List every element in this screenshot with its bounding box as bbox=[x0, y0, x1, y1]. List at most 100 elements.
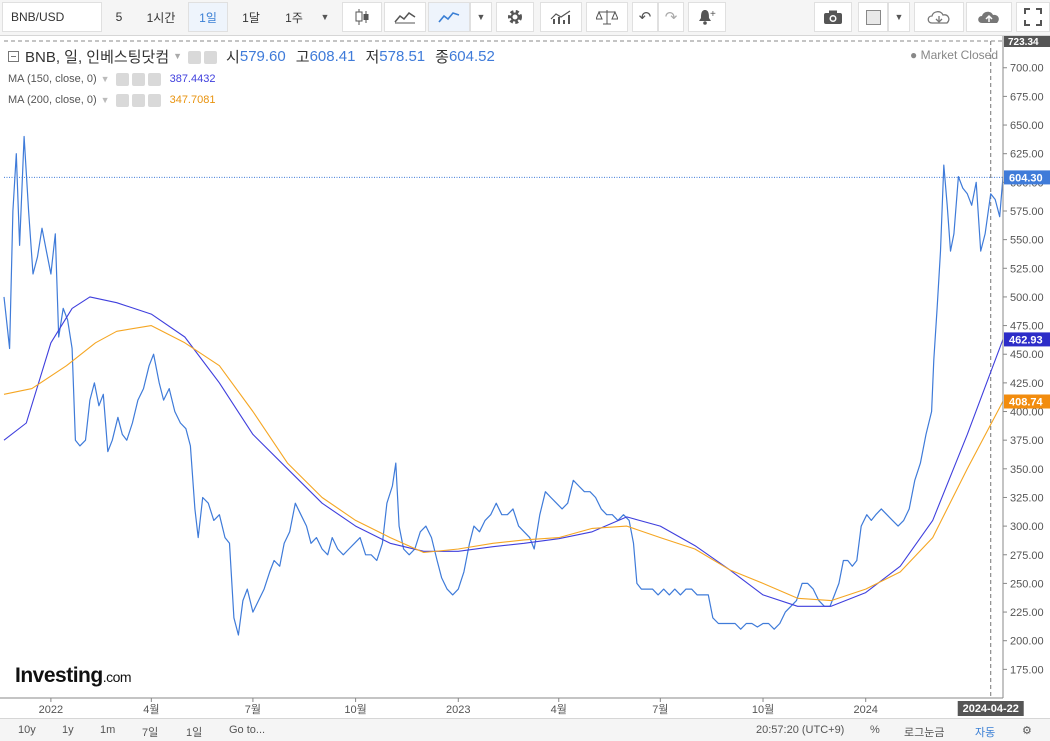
symbol-label: BNB/USD bbox=[11, 10, 65, 24]
undo-button[interactable]: ↶ bbox=[632, 2, 658, 32]
y-tick-label: 525.00 bbox=[1010, 263, 1044, 275]
interval-1mo-button[interactable]: 1달 bbox=[230, 2, 272, 32]
color-button[interactable] bbox=[858, 2, 888, 32]
indicators-icon bbox=[550, 10, 571, 24]
cloud-save-icon bbox=[978, 11, 999, 23]
x-tick-label: 7월 bbox=[652, 703, 668, 716]
collapse-icon[interactable] bbox=[8, 50, 19, 62]
x-tick-label: 2023 bbox=[446, 704, 470, 716]
bottom-toolbar: 10y 1y 1m 7일 1일 Go to... 20:57:20 (UTC+9… bbox=[0, 718, 1050, 741]
investing-logo: Investing.com bbox=[15, 664, 132, 688]
legend-main-row: BNB, 일, 인베스팅닷컴 ▼ 시 579.60 고 608.41 저 578.51… bbox=[8, 44, 495, 68]
market-status-label: Market Closed bbox=[920, 48, 998, 62]
y-tick-label: 250.00 bbox=[1010, 578, 1044, 590]
redo-button[interactable]: ↷ bbox=[658, 2, 684, 32]
y-tick-label: 700.00 bbox=[1010, 63, 1044, 75]
range-7d-button[interactable]: 7일 bbox=[142, 724, 158, 740]
settings-gear-icon[interactable]: ⚙ bbox=[1022, 724, 1032, 737]
y-tick-label: 475.00 bbox=[1010, 321, 1044, 333]
gear-icon[interactable] bbox=[131, 94, 145, 107]
close-icon[interactable] bbox=[147, 94, 161, 107]
svg-text:+: + bbox=[710, 9, 716, 20]
ma150-label: MA (150, close, 0) bbox=[8, 72, 97, 85]
chevron-down-icon[interactable]: ▼ bbox=[101, 95, 110, 105]
settings-button[interactable] bbox=[496, 2, 534, 32]
y-tick-label: 650.00 bbox=[1010, 120, 1044, 132]
chart-toolbar: BNB/USD 5 1시간 1일 1달 1주 ▼ ▼ ↶ ↷ + ▼ bbox=[0, 0, 1050, 36]
chevron-down-icon: ▼ bbox=[320, 12, 330, 22]
y-tick-label: 225.00 bbox=[1010, 607, 1044, 619]
interval-dropdown-button[interactable]: ▼ bbox=[314, 2, 336, 32]
percent-scale-button[interactable]: % bbox=[870, 724, 880, 736]
line-chart-icon bbox=[438, 12, 460, 23]
interval-count[interactable]: 5 bbox=[104, 2, 134, 32]
goto-button[interactable]: Go to... bbox=[229, 724, 265, 736]
interval-1mo-label: 1달 bbox=[242, 10, 260, 25]
ma200-label: MA (200, close, 0) bbox=[8, 93, 97, 106]
compare-button[interactable] bbox=[586, 2, 628, 32]
interval-1d-button[interactable]: 1일 bbox=[188, 2, 228, 32]
indicators-button[interactable] bbox=[540, 2, 582, 32]
close-label: 종 bbox=[435, 48, 449, 66]
fullscreen-button[interactable] bbox=[1016, 2, 1050, 32]
eye-icon[interactable] bbox=[115, 73, 129, 86]
y-tick-label: 625.00 bbox=[1010, 149, 1044, 161]
candlestick-button[interactable] bbox=[342, 2, 382, 32]
x-tick-label: 4월 bbox=[551, 703, 567, 716]
chevron-down-icon[interactable]: ▼ bbox=[173, 51, 182, 61]
chart-type-dropdown[interactable]: ▼ bbox=[470, 2, 492, 32]
auto-scale-button[interactable]: 자동 bbox=[975, 724, 995, 740]
low-value: 578.51 bbox=[379, 47, 426, 65]
range-1y-button[interactable]: 1y bbox=[62, 724, 74, 736]
y-tick-label: 350.00 bbox=[1010, 464, 1044, 476]
y-tick-label: 675.00 bbox=[1010, 91, 1044, 103]
range-1d-button[interactable]: 1일 bbox=[186, 724, 202, 740]
alert-bell-icon: + bbox=[699, 9, 716, 25]
line-chart-button[interactable] bbox=[428, 2, 470, 32]
load-chart-button[interactable] bbox=[914, 2, 964, 32]
log-scale-button[interactable]: 로그눈금 bbox=[904, 724, 944, 740]
high-value: 608.41 bbox=[309, 47, 356, 65]
y-tick-label: 500.00 bbox=[1010, 292, 1044, 304]
open-value: 579.60 bbox=[239, 47, 286, 65]
y-tick-label: 450.00 bbox=[1010, 349, 1044, 361]
save-chart-button[interactable] bbox=[966, 2, 1012, 32]
screenshot-button[interactable] bbox=[814, 2, 852, 32]
chevron-down-icon[interactable]: ▼ bbox=[101, 74, 110, 84]
price-tag-label-1: 462.93 bbox=[1009, 334, 1043, 346]
high-label: 고 bbox=[295, 48, 310, 66]
area-chart-button[interactable] bbox=[384, 2, 426, 32]
ma200-icon-set bbox=[115, 93, 164, 107]
gear-icon[interactable] bbox=[131, 73, 145, 86]
interval-1w-label: 1주 bbox=[285, 10, 303, 25]
ma150-value: 387.4432 bbox=[169, 72, 216, 85]
y-tick-label: 375.00 bbox=[1010, 435, 1044, 447]
redo-icon: ↷ bbox=[664, 9, 678, 26]
range-1m-button[interactable]: 1m bbox=[100, 724, 115, 736]
x-tick-label: 4월 bbox=[143, 703, 159, 716]
price-chart[interactable]: 175.00 200.00 225.00 250.00 275.00 300.00 325.… bbox=[0, 36, 1050, 718]
gear-icon[interactable] bbox=[204, 50, 218, 64]
area-chart-icon bbox=[394, 12, 416, 24]
alert-button[interactable]: + bbox=[688, 2, 726, 32]
eye-icon[interactable] bbox=[188, 50, 202, 64]
color-dropdown[interactable]: ▼ bbox=[888, 2, 910, 32]
plot-background bbox=[4, 41, 1003, 698]
undo-icon: ↶ bbox=[638, 9, 652, 26]
interval-1h-button[interactable]: 1시간 bbox=[138, 2, 184, 32]
symbol-input[interactable]: BNB/USD bbox=[2, 2, 102, 32]
eye-icon[interactable] bbox=[115, 94, 129, 107]
range-10y-button[interactable]: 10y bbox=[18, 724, 36, 736]
x-tick-label: 10월 bbox=[344, 703, 366, 716]
y-axis-grid bbox=[4, 40, 1003, 698]
crosshair-date-label: 2024-04-22 bbox=[963, 703, 1019, 715]
y-tick-label: 425.00 bbox=[1010, 378, 1044, 390]
close-icon[interactable] bbox=[147, 73, 161, 86]
close-value: 604.52 bbox=[448, 47, 495, 65]
chart-area[interactable]: 175.00 200.00 225.00 250.00 275.00 300.00 325.… bbox=[0, 36, 1050, 718]
y-tick-label: 575.00 bbox=[1010, 206, 1044, 218]
legend-ma150-row: MA (150, close, 0) ▼ 387.4432 bbox=[8, 68, 495, 89]
interval-1w-button[interactable]: 1주 bbox=[274, 2, 314, 32]
open-label: 시 bbox=[226, 48, 240, 66]
cloud-load-icon bbox=[927, 11, 950, 24]
